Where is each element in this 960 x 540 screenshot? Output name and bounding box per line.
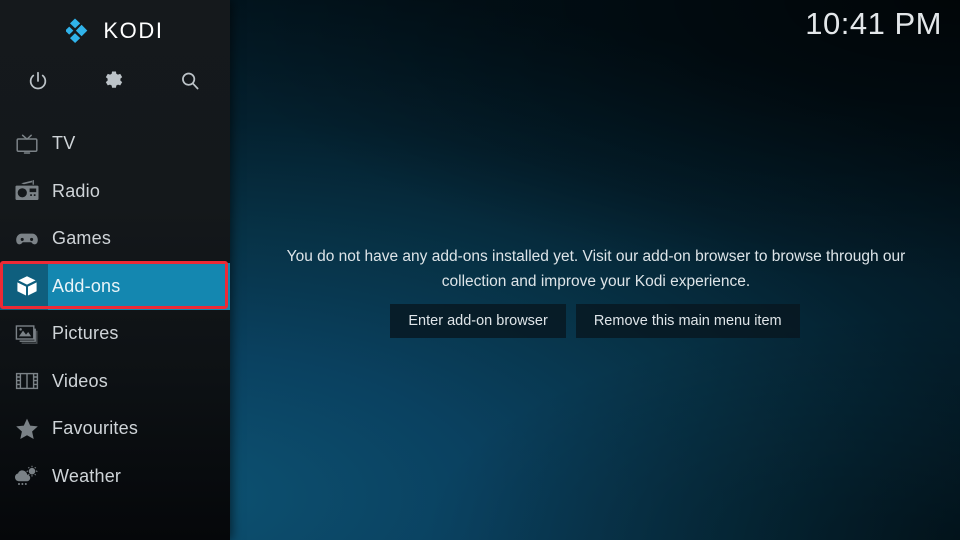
remove-main-menu-item-button[interactable]: Remove this main menu item bbox=[575, 304, 800, 338]
tv-icon bbox=[0, 132, 48, 156]
sidebar-item-label: TV bbox=[52, 133, 76, 154]
filmstrip-icon bbox=[0, 369, 48, 393]
kodi-home-screen: 10:41 PM You do not have any add-ons ins… bbox=[0, 0, 960, 540]
sidebar-item-radio[interactable]: Radio bbox=[0, 168, 230, 216]
radio-icon bbox=[0, 179, 48, 203]
sidebar-item-label: Games bbox=[52, 228, 112, 249]
sidebar-item-tv[interactable]: TV bbox=[0, 120, 230, 168]
sidebar-item-games[interactable]: Games bbox=[0, 215, 230, 263]
sidebar: KODI TV Radio Games Add-ons Pictures Vid… bbox=[0, 0, 230, 540]
brand: KODI bbox=[0, 14, 230, 48]
sidebar-item-weather[interactable]: Weather bbox=[0, 453, 230, 501]
search-button[interactable] bbox=[152, 62, 228, 100]
main-content: You do not have any add-ons installed ye… bbox=[230, 0, 960, 540]
sidebar-item-label: Videos bbox=[52, 370, 108, 391]
sidebar-item-add-ons[interactable]: Add-ons bbox=[0, 262, 230, 310]
gear-icon bbox=[103, 70, 125, 92]
search-icon bbox=[179, 70, 201, 92]
sidebar-item-favourites[interactable]: Favourites bbox=[0, 405, 230, 453]
sidebar-item-label: Add-ons bbox=[52, 275, 121, 296]
action-button-row: Enter add-on browser Remove this main me… bbox=[230, 304, 960, 338]
sidebar-item-label: Radio bbox=[52, 180, 101, 201]
sidebar-item-label: Pictures bbox=[52, 323, 119, 344]
sidebar-item-label: Weather bbox=[52, 465, 122, 486]
open-box-icon bbox=[0, 274, 48, 298]
sidebar-menu: TV Radio Games Add-ons Pictures Videos F… bbox=[0, 120, 230, 500]
power-icon bbox=[27, 70, 49, 92]
settings-button[interactable] bbox=[76, 62, 152, 100]
gamepad-icon bbox=[0, 227, 48, 251]
sidebar-toolbar bbox=[0, 62, 230, 100]
brand-name: KODI bbox=[103, 18, 164, 43]
kodi-logo-icon bbox=[66, 18, 94, 44]
enter-addon-browser-button[interactable]: Enter add-on browser bbox=[390, 304, 566, 338]
sidebar-item-label: Favourites bbox=[52, 418, 139, 439]
picture-icon bbox=[0, 322, 48, 346]
cloud-rain-icon bbox=[0, 464, 48, 488]
power-button[interactable] bbox=[0, 62, 76, 100]
empty-state-message: You do not have any add-ons installed ye… bbox=[286, 248, 906, 290]
star-icon bbox=[0, 417, 48, 441]
sidebar-item-pictures[interactable]: Pictures bbox=[0, 310, 230, 358]
sidebar-item-videos[interactable]: Videos bbox=[0, 358, 230, 406]
